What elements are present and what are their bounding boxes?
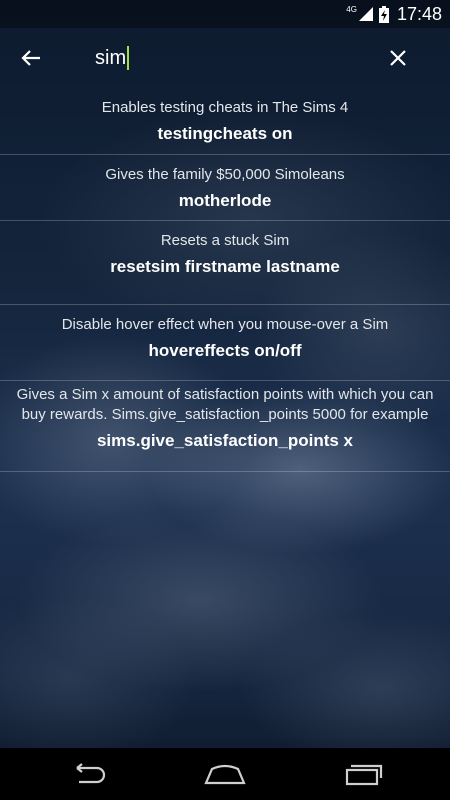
list-item[interactable]: Resets a stuck Sim resetsim firstname la… <box>0 221 450 305</box>
status-time: 17:48 <box>396 3 442 24</box>
list-item[interactable]: Enables testing cheats in The Sims 4 tes… <box>0 88 450 155</box>
list-item[interactable]: Gives a Sim x amount of satisfaction poi… <box>0 381 450 472</box>
text-cursor <box>127 46 130 70</box>
search-input[interactable]: sim <box>95 42 345 74</box>
battery-charging-icon <box>378 5 389 23</box>
search-query-text: sim <box>95 46 127 69</box>
cheat-description: Gives a Sim x amount of satisfaction poi… <box>16 386 434 423</box>
cheat-code: motherlode <box>178 191 272 210</box>
nav-recents-icon <box>345 764 383 786</box>
list-item[interactable]: Disable hover effect when you mouse-over… <box>0 305 450 381</box>
cheat-description: Enables testing cheats in The Sims 4 <box>101 99 349 116</box>
network-type-label: 4G <box>346 5 357 14</box>
cheat-description: Disable hover effect when you mouse-over… <box>61 316 389 333</box>
cheat-code: sims.give_satisfaction_points x <box>96 431 354 450</box>
close-icon <box>390 50 406 66</box>
cheat-code: resetsim firstname lastname <box>110 257 340 276</box>
screen: 4G 17:48 sim Enables testing cheats in T… <box>0 0 450 800</box>
results-list: Enables testing cheats in The Sims 4 tes… <box>0 88 450 472</box>
search-toolbar: sim <box>0 28 450 88</box>
arrow-back-icon <box>21 50 40 66</box>
back-button[interactable] <box>9 36 53 80</box>
status-icons: 4G 17:48 <box>346 0 442 28</box>
clear-search-button[interactable] <box>376 36 420 80</box>
system-nav-bar <box>0 748 450 800</box>
signal-icon <box>358 7 373 21</box>
nav-back-button[interactable] <box>57 754 117 794</box>
nav-home-icon <box>204 764 246 785</box>
cheat-description: Resets a stuck Sim <box>160 232 290 249</box>
cheat-description: Gives the family $50,000 Simoleans <box>105 166 345 183</box>
nav-recents-button[interactable] <box>334 754 394 794</box>
nav-home-button[interactable] <box>195 754 255 794</box>
nav-back-icon <box>76 763 106 784</box>
cheat-code: hovereffects on/off <box>148 341 302 360</box>
status-bar: 4G 17:48 <box>0 0 450 28</box>
cheat-code: testingcheats on <box>157 124 293 143</box>
list-item[interactable]: Gives the family $50,000 Simoleans mothe… <box>0 155 450 221</box>
